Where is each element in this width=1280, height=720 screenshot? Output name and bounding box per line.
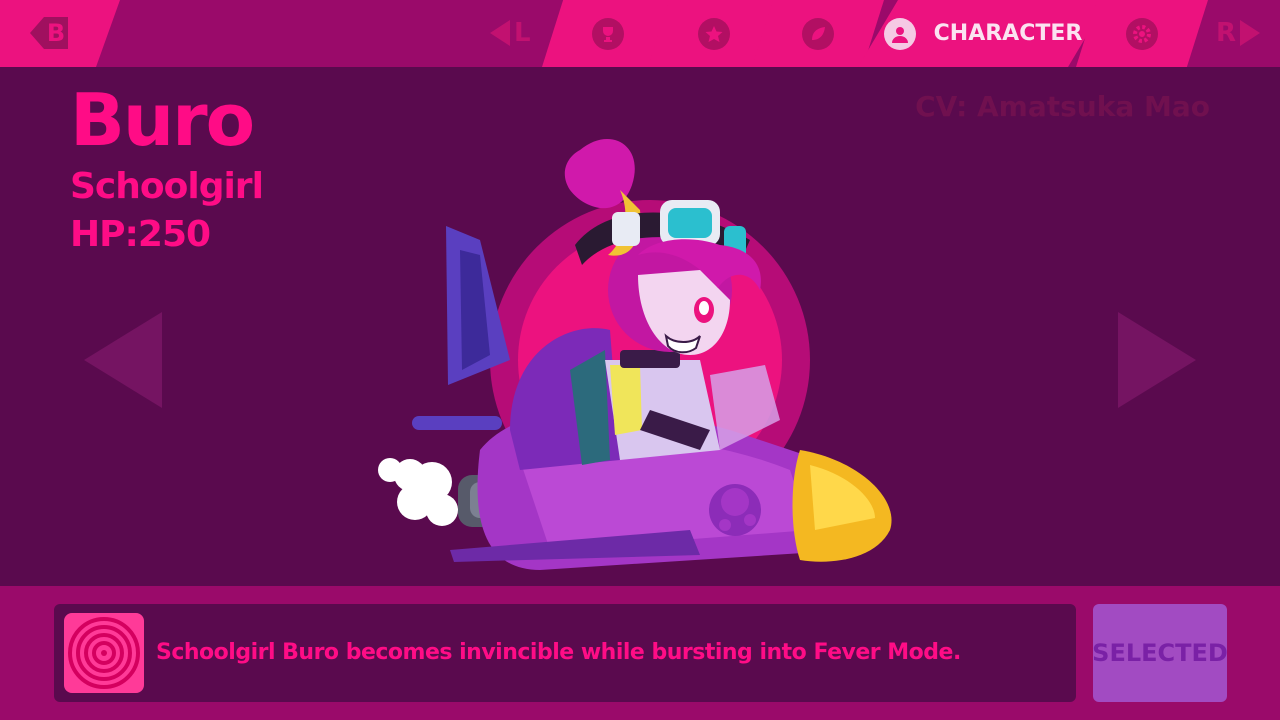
star-icon xyxy=(698,17,730,50)
character-hp: HP:250 xyxy=(70,214,211,255)
character-variant: Schoolgirl xyxy=(70,166,264,207)
gear-icon xyxy=(1126,17,1158,50)
character-name: Buro xyxy=(70,78,255,162)
spiral-icon xyxy=(64,613,144,693)
next-tab-button[interactable]: R xyxy=(1216,18,1261,48)
top-navigation-bar: B L CHARACTER R xyxy=(0,0,1280,67)
tab-character[interactable]: CHARACTER xyxy=(858,0,1108,67)
left-arrow-icon xyxy=(490,20,510,46)
voice-actor-credit: CV: Amatsuka Mao xyxy=(915,90,1210,123)
leaf-icon xyxy=(802,17,834,50)
back-button[interactable]: B xyxy=(30,15,76,51)
character-portrait xyxy=(378,138,892,570)
trophy-icon xyxy=(592,17,624,50)
prev-tab-button[interactable]: L xyxy=(490,18,531,48)
previous-character-arrow[interactable] xyxy=(84,312,162,408)
next-character-arrow[interactable] xyxy=(1118,312,1196,408)
back-arrow-icon xyxy=(30,17,44,49)
right-arrow-icon xyxy=(1240,20,1261,46)
select-character-button[interactable]: SELECTED xyxy=(1092,604,1228,702)
back-key-label: B xyxy=(44,17,68,49)
next-tab-key: R xyxy=(1216,18,1237,48)
prev-tab-key: L xyxy=(514,18,531,48)
skill-description: Schoolgirl Buro becomes invincible while… xyxy=(156,640,961,665)
user-icon xyxy=(883,17,916,50)
tab-settings[interactable] xyxy=(1076,0,1208,67)
tab-character-label: CHARACTER xyxy=(933,21,1083,46)
